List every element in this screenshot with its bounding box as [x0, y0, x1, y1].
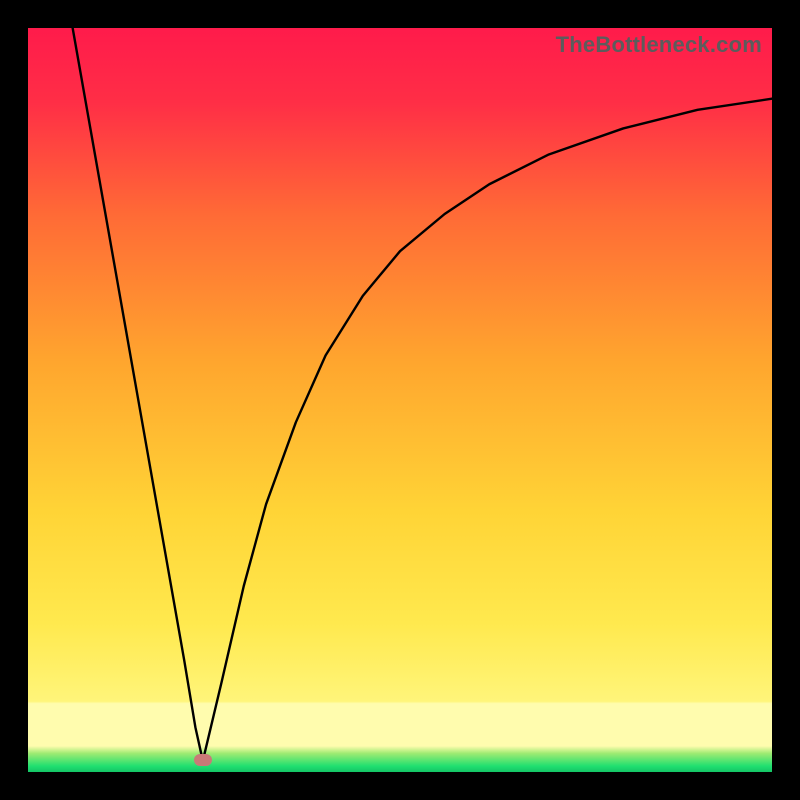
minimum-marker: [194, 754, 212, 766]
chart-plot: [28, 28, 772, 772]
chart-frame: TheBottleneck.com: [28, 28, 772, 772]
watermark-text: TheBottleneck.com: [556, 32, 762, 58]
gradient-background: [28, 28, 772, 772]
